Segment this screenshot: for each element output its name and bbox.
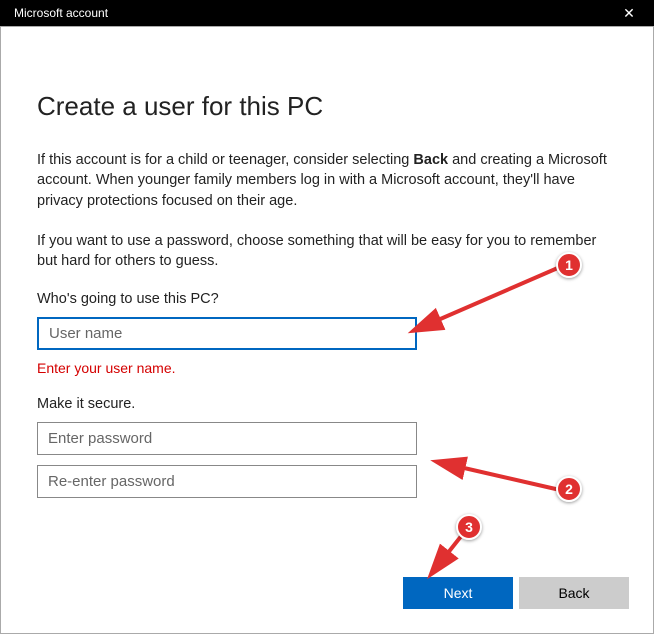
reenter-password-input[interactable]: Re-enter password [37,465,417,498]
reenter-placeholder: Re-enter password [48,473,175,490]
close-icon[interactable]: ✕ [614,5,644,22]
back-button[interactable]: Back [519,577,629,609]
description-1: If this account is for a child or teenag… [37,150,617,211]
password-input[interactable]: Enter password [37,422,417,455]
footer-buttons: Next Back [403,577,629,609]
password-placeholder: Enter password [48,430,152,447]
dialog-content: Create a user for this PC If this accoun… [0,26,654,634]
window-title: Microsoft account [10,6,108,20]
secure-label: Make it secure. [37,396,617,412]
titlebar: Microsoft account ✕ [0,0,654,26]
next-button[interactable]: Next [403,577,513,609]
username-input[interactable]: User name [37,317,417,350]
desc1-pre: If this account is for a child or teenag… [37,152,413,168]
error-message: Enter your user name. [37,360,617,376]
page-title: Create a user for this PC [37,91,617,122]
description-2: If you want to use a password, choose so… [37,231,617,272]
who-label: Who's going to use this PC? [37,291,617,307]
username-placeholder: User name [49,325,122,342]
desc1-bold: Back [413,152,448,168]
